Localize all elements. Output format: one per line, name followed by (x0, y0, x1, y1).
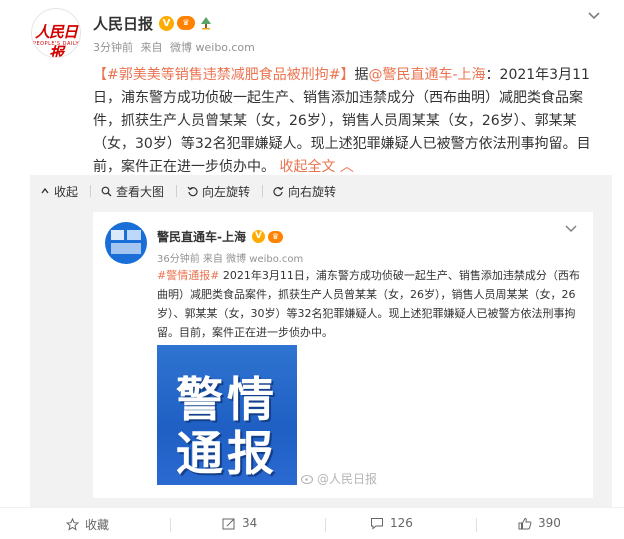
vip-badge-icon: ♛ (177, 16, 196, 30)
repost-body: 2021年3月11日，浦东警方成功侦破一起生产、销售添加违禁成分（西布曲明）减肥… (157, 269, 580, 339)
verified-badge-icon: V (251, 230, 265, 243)
mention-link[interactable]: @警民直通车-上海 (368, 67, 485, 83)
comment-count: 126 (390, 516, 413, 530)
author-row: 人民日报 V ♛ (93, 13, 213, 33)
favorite-button[interactable]: 收藏 (66, 516, 109, 533)
post-text-prefix: 据 (354, 67, 369, 83)
author-name[interactable]: 人民日报 (93, 13, 153, 34)
tree-badge-icon (201, 17, 212, 30)
repost-button[interactable]: 34 (222, 516, 257, 530)
view-large-button[interactable]: 查看大图 (101, 183, 164, 200)
action-divider (170, 518, 171, 532)
collapse-button[interactable]: 收起 (40, 183, 78, 200)
rotate-right-label: 向右旋转 (288, 184, 337, 199)
weibo-logo-icon (301, 474, 314, 484)
image-toolbar: 收起 查看大图 向左旋转 向右旋转 (30, 176, 338, 206)
post-meta: 3分钟前 来自 微博 weibo.com (93, 39, 259, 55)
comment-button[interactable]: 126 (370, 516, 413, 530)
collapse-icon (41, 187, 49, 194)
repost-count: 34 (242, 516, 258, 530)
repost-author-name[interactable]: 警民直通车-上海 (157, 228, 246, 245)
police-logo-icon (111, 230, 141, 254)
collapse-text-link[interactable]: 收起全文 ︿ (279, 159, 353, 175)
rotate-left-icon (187, 186, 198, 196)
post-text: 【#郭美美等销售违禁减肥食品被刑拘#】据@警民直通车-上海：2021年3月11日… (93, 64, 603, 179)
repost-time[interactable]: 36分钟前 (157, 254, 200, 265)
topic-tag-link[interactable]: 【#郭美美等销售违禁减肥食品被刑拘#】 (93, 67, 354, 83)
search-icon (101, 186, 112, 196)
post-source-prefix: 来自 (140, 41, 163, 54)
police-alert-image[interactable]: 警情 通报 (157, 345, 297, 485)
rotate-right-button[interactable]: 向右旋转 (273, 183, 336, 200)
repost-icon (222, 518, 235, 529)
like-icon (518, 517, 532, 529)
repost-meta: 36分钟前 来自 微博 weibo.com (157, 250, 303, 265)
chevron-down-icon[interactable] (564, 224, 578, 234)
comment-icon (371, 517, 383, 530)
topic-tag-link[interactable]: #警情通报# (157, 269, 219, 282)
action-bar: 收藏 34 126 390 (0, 507, 624, 539)
toolbar-divider (262, 185, 264, 197)
verified-badge-icon: V (159, 15, 175, 31)
repost-text: #警情通报# 2021年3月11日，浦东警方成功侦破一起生产、销售添加违禁成分（… (157, 266, 582, 342)
vip-badge-icon: ♛ (267, 230, 283, 243)
avatar-logo-subtitle: PEOPLE'S DAILY (32, 41, 80, 47)
rotate-left-button[interactable]: 向左旋转 (187, 183, 250, 200)
image-watermark: @人民日报 (301, 470, 377, 487)
chevron-up-icon: ︿ (339, 159, 354, 175)
rotate-right-icon (273, 186, 284, 196)
view-large-label: 查看大图 (116, 184, 165, 199)
watermark-text: @人民日报 (317, 472, 378, 486)
star-icon (66, 518, 79, 531)
author-avatar[interactable]: 人民日报 PEOPLE'S DAILY (31, 8, 81, 58)
favorite-label: 收藏 (85, 518, 110, 532)
like-count: 390 (538, 516, 561, 530)
collapse-label: 收起 (54, 184, 79, 199)
avatar-logo-text: 人民日报 (34, 23, 78, 58)
post-time[interactable]: 3分钟前 (93, 41, 133, 54)
rotate-left-label: 向左旋转 (202, 184, 251, 199)
action-divider (476, 518, 477, 532)
chevron-down-icon[interactable] (586, 10, 602, 22)
repost-source[interactable]: 微博 weibo.com (226, 254, 303, 265)
repost-source-prefix: 来自 (202, 254, 223, 265)
collapse-text-label: 收起全文 (279, 159, 336, 175)
like-button[interactable]: 390 (518, 516, 561, 530)
repost-author-row: 警民直通车-上海 V ♛ (157, 228, 283, 245)
image-text-line2: 通报 (176, 427, 278, 482)
post-source[interactable]: 微博 weibo.com (170, 41, 255, 54)
toolbar-divider (176, 185, 178, 197)
toolbar-divider (90, 185, 92, 197)
action-divider (325, 518, 326, 532)
repost-author-avatar[interactable] (105, 222, 147, 264)
weibo-post-card: 人民日报 PEOPLE'S DAILY 人民日报 V ♛ 3分钟前 来自 微博 … (0, 0, 624, 539)
